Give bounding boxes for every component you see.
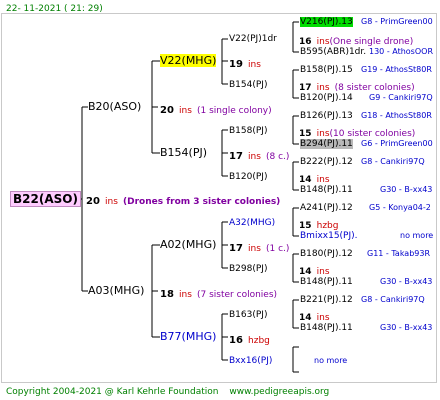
root-info: 20 ins (Drones from 3 sister colonies)	[86, 193, 280, 208]
root-label: B22(ASO)	[10, 191, 81, 207]
right-row-name: Bmixx15(PJ).	[300, 231, 358, 241]
ggp-b120pj-a-node[interactable]: B120(PJ)	[229, 171, 267, 183]
right-row-extra: G8 - PrimGreen00	[361, 17, 433, 26]
right-row-extra: G8 - Cankiri97Q	[361, 157, 425, 166]
gp-b154-note: (8 c.)	[266, 152, 290, 162]
ggp-b158pj-node[interactable]: B158(PJ)	[229, 125, 267, 137]
right-row-extra: 130 - AthosOOR	[369, 47, 433, 56]
gp-a02-note: (1 c.)	[266, 244, 290, 254]
root-note: (Drones from 3 sister colonies)	[123, 197, 281, 207]
right-row[interactable]: B148(PJ).11	[300, 184, 353, 196]
right-row[interactable]: B222(PJ).12	[300, 156, 353, 168]
gp-b77-node[interactable]: B77(MHG)	[160, 331, 216, 343]
gp-a02-count: 17	[229, 243, 243, 254]
gp-b77-ins: hzbg	[248, 336, 270, 346]
gp-b154-info: 17 ins (8 c.)	[229, 148, 289, 163]
parent-a03-note: (7 sister colonies)	[197, 290, 278, 300]
ggp-v22pj-node[interactable]: V22(PJ)1dr	[229, 33, 277, 45]
right-row-extra: G30 - B-xx43	[380, 185, 433, 194]
right-row-extra: G6 - PrimGreen00	[361, 139, 433, 148]
parent-a03-node[interactable]: A03(MHG)	[88, 285, 144, 297]
parent-a03-info: 18 ins (7 sister colonies)	[160, 286, 277, 301]
gp-b77-label: B77(MHG)	[160, 330, 217, 343]
parent-a03-count: 18	[160, 289, 174, 300]
ggp-a32mhg-node[interactable]: A32(MHG)	[229, 217, 275, 229]
gp-a02-info: 17 ins (1 c.)	[229, 240, 289, 255]
right-row[interactable]: B126(PJ).13	[300, 110, 353, 122]
root-ins: ins	[105, 197, 118, 207]
ggp-b163pj-node[interactable]: B163(PJ)	[229, 309, 267, 321]
parent-b20-info: 20 ins (1 single colony)	[160, 102, 272, 117]
ggp-bxx16pj-note: no more	[314, 356, 348, 365]
right-row-name: B294(PJ).11	[300, 139, 353, 149]
timestamp: 22- 11-2021 ( 21: 29)	[6, 4, 103, 14]
copyright-text: Copyright 2004-2021 @ Karl Kehrle Founda…	[6, 387, 219, 397]
gp-b154-ins: ins	[248, 152, 261, 162]
root-count: 20	[86, 196, 100, 207]
ggp-b154pj-a-node[interactable]: B154(PJ)	[229, 79, 267, 91]
right-row-extra: G11 - Takab93R	[367, 249, 431, 258]
ggp-bxx16pj-node[interactable]: Bxx16(PJ)	[229, 355, 272, 367]
gp-v22-label: V22(MHG)	[160, 54, 217, 67]
right-row[interactable]: A241(PJ).12	[300, 202, 353, 214]
right-row[interactable]: B158(PJ).15	[300, 64, 353, 76]
right-row-extra: G30 - B-xx43	[380, 323, 433, 332]
pedigree-diagram: 22- 11-2021 ( 21: 29) B22(ASO) 20 ins (D…	[0, 0, 440, 400]
parent-a03-ins: ins	[179, 290, 192, 300]
right-row-extra: G8 - Cankiri97Q	[361, 295, 425, 304]
right-row-extra: G19 - AthosSt80R	[361, 65, 432, 74]
footer-copyright: Copyright 2004-2021 @ Karl Kehrle Founda…	[6, 386, 329, 398]
right-row[interactable]: B221(PJ).12	[300, 294, 353, 306]
ggp-bxx16pj-label: Bxx16(PJ)	[229, 356, 273, 366]
right-row[interactable]: B294(PJ).11	[300, 138, 353, 150]
right-row-extra: G5 - Konya04-2	[369, 203, 431, 212]
right-row[interactable]: B148(PJ).11	[300, 276, 353, 288]
right-row[interactable]: B120(PJ).14	[300, 92, 353, 104]
right-row[interactable]: B595(ABR)1dr.	[300, 46, 366, 58]
right-row[interactable]: Bmixx15(PJ).	[300, 230, 358, 242]
right-row-extra: no more	[400, 231, 434, 240]
gp-v22-info: 19 ins	[229, 56, 261, 71]
gp-b77-count: 16	[229, 335, 243, 346]
right-row[interactable]: B148(PJ).11	[300, 322, 353, 334]
right-row-name: V216(PJ).13	[300, 17, 353, 27]
parent-b20-ins: ins	[179, 106, 192, 116]
right-row-extra: G18 - AthosSt80R	[361, 111, 432, 120]
right-row-extra: G9 - Cankiri97Q	[369, 93, 433, 102]
footer-url[interactable]: www.pedigreeapis.org	[229, 387, 329, 397]
parent-b20-note: (1 single colony)	[197, 106, 272, 116]
root-node[interactable]: B22(ASO)	[10, 191, 81, 207]
ggp-a32mhg-label: A32(MHG)	[229, 218, 276, 228]
right-row[interactable]: B180(PJ).12	[300, 248, 353, 260]
right-row-extra: G30 - B-xx43	[380, 277, 433, 286]
gp-v22-count: 19	[229, 59, 243, 70]
gp-v22-ins: ins	[248, 60, 261, 70]
ggp-b298pj-node[interactable]: B298(PJ)	[229, 263, 267, 275]
right-row[interactable]: V216(PJ).13	[300, 16, 353, 28]
gp-b154-count: 17	[229, 151, 243, 162]
gp-b77-info: 16 hzbg	[229, 332, 270, 347]
gp-b154-node[interactable]: B154(PJ)	[160, 147, 207, 159]
gp-a02-ins: ins	[248, 244, 261, 254]
gp-v22-node[interactable]: V22(MHG)	[160, 54, 217, 67]
parent-b20-count: 20	[160, 105, 174, 116]
gp-a02-node[interactable]: A02(MHG)	[160, 239, 216, 251]
parent-b20-node[interactable]: B20(ASO)	[88, 101, 141, 113]
